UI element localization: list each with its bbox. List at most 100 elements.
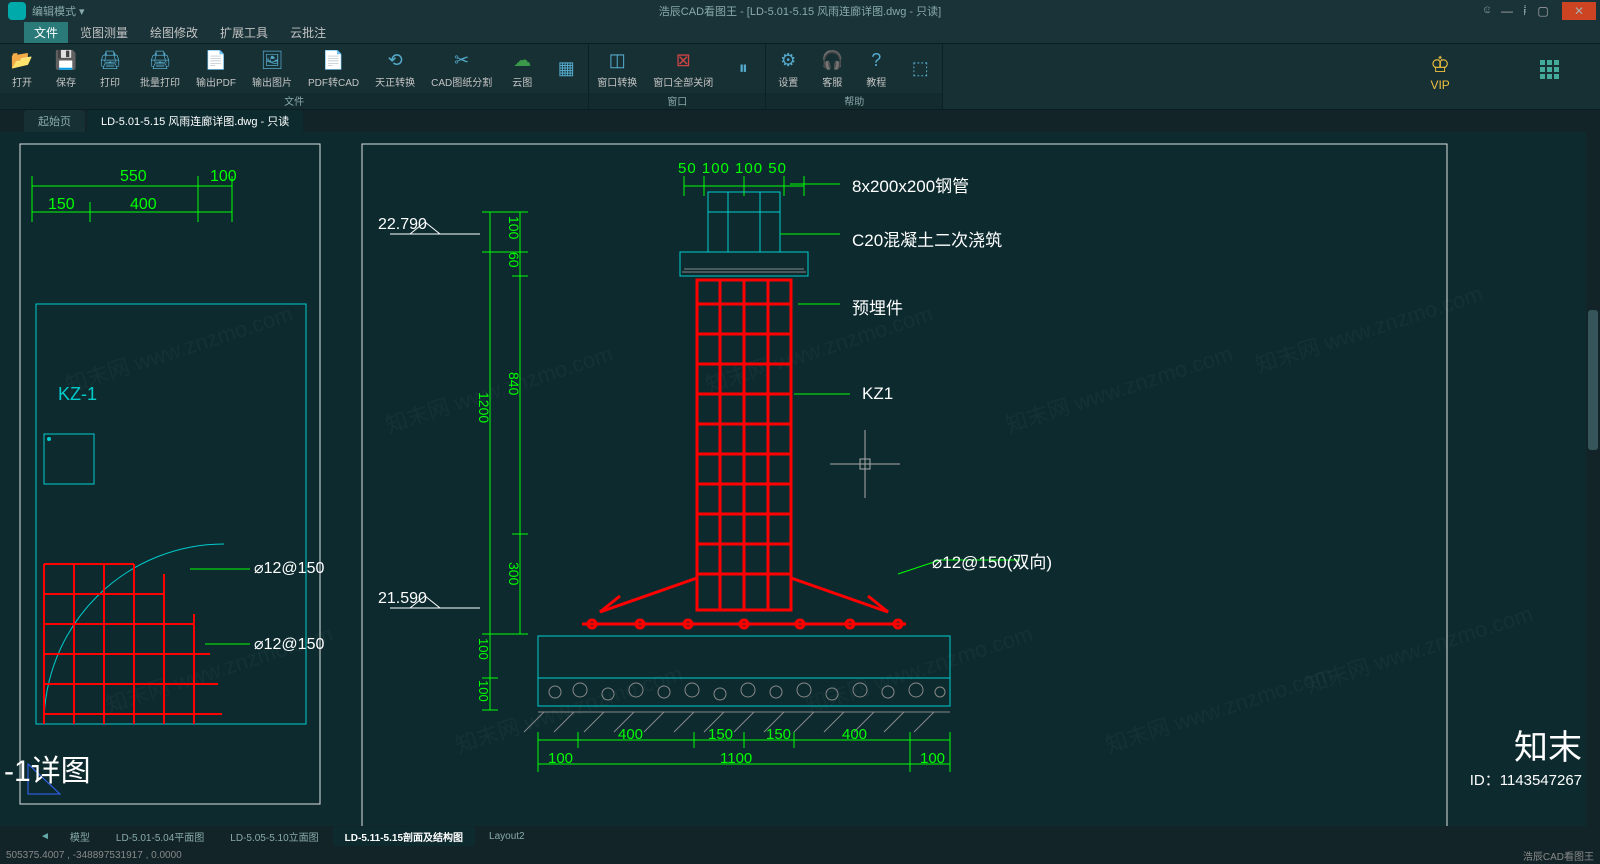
minimize-button[interactable]: —	[1490, 2, 1524, 20]
dim-label: 150	[708, 726, 733, 743]
rebar-label: ⌀12@150	[254, 634, 324, 654]
window-switch-icon: ◫	[605, 48, 629, 72]
document-tabs: 起始页 LD-5.01-5.15 风雨连廊详图.dwg - 只读	[0, 110, 1600, 132]
close-button[interactable]: ✕	[1562, 2, 1596, 20]
image-icon: 🖼	[260, 48, 284, 72]
more-file-button[interactable]: ▦	[544, 44, 588, 93]
ribbon: 📂打开 💾保存 🖨打印 🖨批量打印 📄输出PDF 🖼输出图片 📄PDF转CAD …	[0, 44, 1600, 110]
note-concrete-pour: C20混凝土二次浇筑	[852, 226, 1002, 251]
note-steel-tube: 8x200x200钢管	[852, 172, 969, 197]
maximize-button[interactable]: ▢	[1526, 2, 1560, 20]
edit-mode-dropdown[interactable]: 编辑模式 ▾	[32, 3, 85, 19]
open-button[interactable]: 📂打开	[0, 44, 44, 93]
elevation-bot: 21.590	[378, 590, 427, 608]
dim-label: 60	[506, 252, 522, 268]
left-detail-drawing	[0, 134, 340, 832]
export-image-button[interactable]: 🖼输出图片	[244, 44, 300, 93]
save-icon: 💾	[54, 48, 78, 72]
note-rebar-both: ⌀12@150(双向)	[932, 548, 1052, 573]
print-button[interactable]: 🖨打印	[88, 44, 132, 93]
dim-label: 100	[210, 168, 237, 186]
tianzheng-convert-button[interactable]: ⟲天正转换	[367, 44, 423, 93]
close-all-windows-button[interactable]: ⊠窗口全部关闭	[645, 44, 721, 93]
layout-tab-elevation[interactable]: LD-5.05-5.10立面图	[218, 827, 330, 846]
ribbon-group-help: ⚙设置 🎧客服 ?教程 ⬚ 帮助	[766, 44, 943, 109]
ribbon-group-file: 📂打开 💾保存 🖨打印 🖨批量打印 📄输出PDF 🖼输出图片 📄PDF转CAD …	[0, 44, 589, 109]
menu-file[interactable]: 文件	[24, 22, 68, 43]
label-kz1: KZ-1	[58, 384, 97, 405]
headset-icon: 🎧	[820, 48, 844, 72]
dim-label: 840	[506, 372, 522, 395]
statusbar: 505375.4007 , -348897531917 , 0.0000 浩辰C…	[0, 846, 1600, 864]
cloud-drawing-button[interactable]: ☁云图	[500, 44, 544, 93]
layout-nav-left-icon[interactable]: ◄	[40, 831, 50, 842]
rotate-icon: ⟲	[383, 48, 407, 72]
corner-branding: 知末 ID：1143547267	[1470, 720, 1582, 790]
dim-label: 150	[766, 726, 791, 743]
note-embed: 预埋件	[852, 294, 903, 319]
help-icon: ?	[864, 48, 888, 72]
tutorial-button[interactable]: ?教程	[854, 44, 898, 93]
dim-label: 100	[920, 750, 945, 767]
pdf-to-cad-button[interactable]: 📄PDF转CAD	[300, 44, 367, 93]
dim-label: 400	[842, 726, 867, 743]
rebar-label: ⌀12@150	[254, 558, 324, 578]
scrollbar-thumb[interactable]	[1588, 310, 1598, 450]
batch-print-icon: 🖨	[148, 48, 172, 72]
vertical-scrollbar[interactable]	[1586, 110, 1600, 826]
cloud-icon: ☁	[510, 48, 534, 72]
titlebar: 编辑模式 ▾ 浩辰CAD看图王 - [LD-5.01-5.15 风雨连廊详图.d…	[0, 0, 1600, 22]
crown-icon: ♔	[1430, 52, 1450, 78]
statusbar-brand: 浩辰CAD看图王	[1523, 848, 1594, 863]
dim-label: 150	[48, 196, 75, 214]
vip-badge[interactable]: ♔ VIP	[1430, 52, 1450, 92]
dim-label: 400	[130, 196, 157, 214]
dim-label: 300	[506, 562, 522, 585]
settings-button[interactable]: ⚙设置	[766, 44, 810, 93]
layout-tab-section[interactable]: LD-5.11-5.15剖面及结构图	[333, 827, 475, 846]
gear-icon: ⚙	[776, 48, 800, 72]
export-pdf-button[interactable]: 📄输出PDF	[188, 44, 244, 93]
layout-tab-model[interactable]: 模型	[58, 827, 102, 846]
menu-view-measure[interactable]: 览图测量	[70, 22, 138, 43]
dim-label: 100	[476, 680, 491, 702]
ribbon-group-window: ◫窗口转换 ⊠窗口全部关闭 ⏸ 窗口	[589, 44, 766, 109]
layout-tab-layout2[interactable]: Layout2	[477, 829, 537, 844]
menu-cloud-annotate[interactable]: 云批注	[280, 22, 336, 43]
batch-print-button[interactable]: 🖨批量打印	[132, 44, 188, 93]
tab-start-page[interactable]: 起始页	[24, 110, 85, 132]
menu-extensions[interactable]: 扩展工具	[210, 22, 278, 43]
dim-label: 1100	[720, 750, 752, 767]
dim-label: 100	[548, 750, 573, 767]
split-drawing-button[interactable]: ✂CAD图纸分割	[423, 44, 500, 93]
layout-tabs: ◄ 模型 LD-5.01-5.04平面图 LD-5.05-5.10立面图 LD-…	[0, 826, 1600, 846]
dim-label: 50 100 100 50	[678, 160, 787, 177]
more-help-button[interactable]: ⬚	[898, 44, 942, 93]
note-kz1: KZ1	[862, 384, 893, 404]
menu-draw-modify[interactable]: 绘图修改	[140, 22, 208, 43]
coordinates-readout: 505375.4007 , -348897531917 , 0.0000	[6, 850, 182, 861]
window-pause-button[interactable]: ⏸	[721, 44, 765, 93]
pdf-icon: 📄	[204, 48, 228, 72]
dots-icon: ⬚	[908, 57, 932, 81]
dim-label: 1200	[476, 392, 492, 423]
layout-tab-plan[interactable]: LD-5.01-5.04平面图	[104, 827, 216, 846]
cad-viewport[interactable]: 知末网 www.znzmo.com 知末网 www.znzmo.com 知末网 …	[0, 132, 1600, 832]
pause-icon: ⏸	[731, 57, 755, 81]
dim-label: 100	[506, 216, 522, 239]
convert-icon: 📄	[322, 48, 346, 72]
tab-current-drawing[interactable]: LD-5.01-5.15 风雨连廊详图.dwg - 只读	[87, 110, 303, 132]
window-title: 浩辰CAD看图王 - [LD-5.01-5.15 风雨连廊详图.dwg - 只读…	[659, 3, 941, 19]
grid-icon: ▦	[554, 57, 578, 81]
menubar: 文件 览图测量 绘图修改 扩展工具 云批注	[0, 22, 1600, 44]
app-logo-icon	[8, 2, 26, 20]
split-icon: ✂	[450, 48, 474, 72]
window-switch-button[interactable]: ◫窗口转换	[589, 44, 645, 93]
save-button[interactable]: 💾保存	[44, 44, 88, 93]
dim-label: 100	[476, 638, 491, 660]
dim-label: 400	[618, 726, 643, 743]
grid-menu-icon[interactable]	[1540, 60, 1560, 80]
folder-open-icon: 📂	[10, 48, 34, 72]
support-button[interactable]: 🎧客服	[810, 44, 854, 93]
elevation-top: 22.790	[378, 216, 427, 234]
